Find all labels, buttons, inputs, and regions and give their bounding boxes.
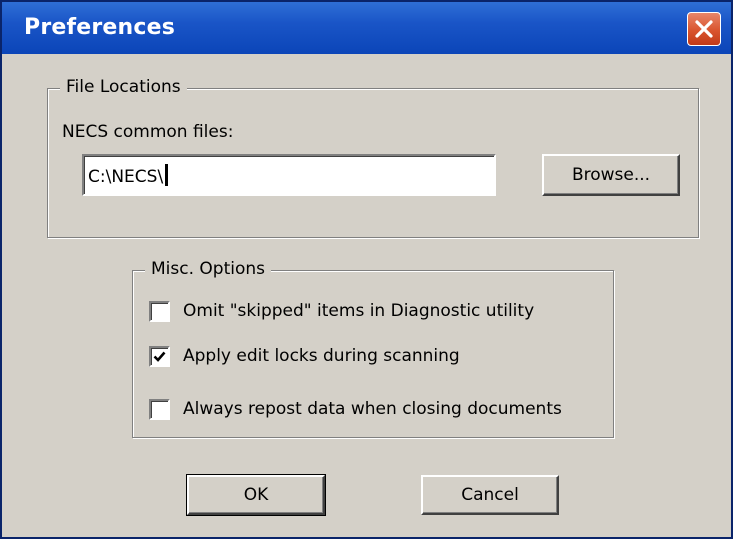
necs-path-value: C:\NECS\ — [88, 164, 169, 187]
title-bar[interactable]: Preferences — [2, 2, 731, 54]
ok-button[interactable]: OK — [186, 474, 326, 516]
necs-path-input[interactable]: C:\NECS\ — [82, 154, 496, 196]
preferences-dialog: Preferences File Locations NECS common f… — [0, 0, 733, 539]
always-repost-label[interactable]: Always repost data when closing document… — [183, 399, 562, 419]
always-repost-checkbox[interactable] — [149, 399, 170, 420]
cancel-button-label: Cancel — [461, 485, 519, 505]
browse-button[interactable]: Browse... — [542, 154, 680, 196]
apply-edit-locks-label[interactable]: Apply edit locks during scanning — [183, 346, 460, 366]
checkmark-icon — [153, 351, 166, 362]
misc-options-label: Misc. Options — [145, 259, 271, 279]
omit-skipped-label[interactable]: Omit "skipped" items in Diagnostic utili… — [183, 301, 534, 321]
close-button[interactable] — [687, 12, 721, 46]
file-locations-label: File Locations — [60, 77, 187, 97]
omit-skipped-checkbox[interactable] — [149, 301, 170, 322]
window-title: Preferences — [24, 15, 176, 40]
text-caret — [165, 164, 169, 186]
ok-button-label: OK — [243, 485, 269, 505]
necs-common-files-label: NECS common files: — [62, 122, 234, 142]
apply-edit-locks-checkbox[interactable] — [149, 346, 170, 367]
cancel-button[interactable]: Cancel — [421, 475, 559, 515]
browse-button-label: Browse... — [571, 165, 651, 185]
close-icon — [695, 20, 713, 38]
